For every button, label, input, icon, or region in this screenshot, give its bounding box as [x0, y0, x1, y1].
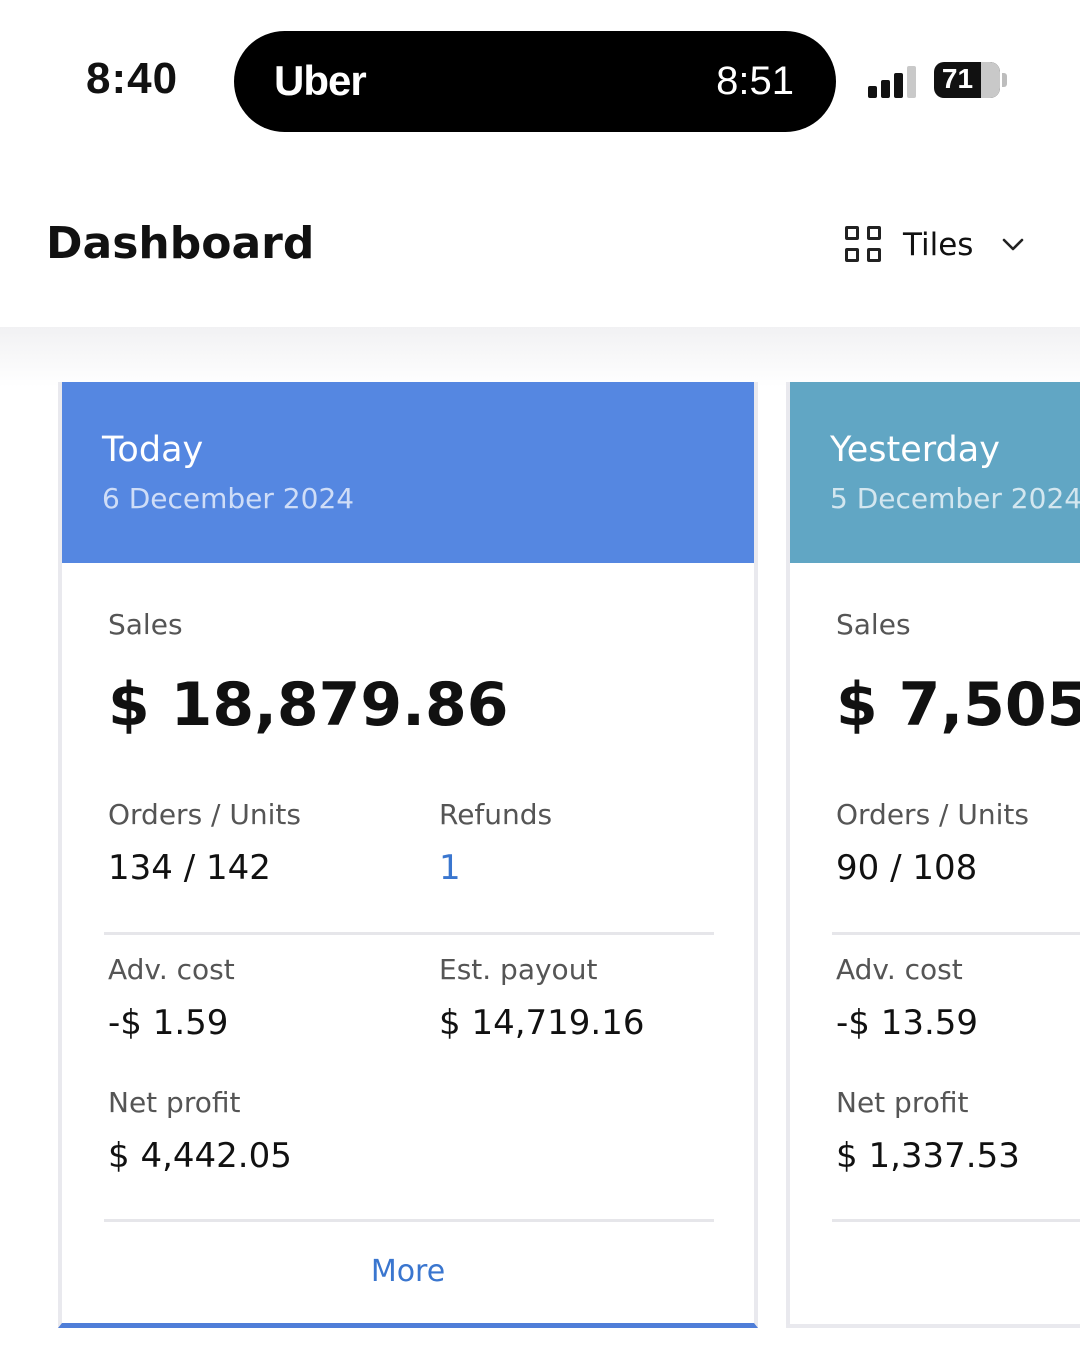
sales-label: Sales: [836, 608, 911, 641]
orders-units-label: Orders / Units: [836, 798, 1029, 831]
view-mode-dropdown[interactable]: Tiles: [845, 222, 1035, 268]
refunds-value-link[interactable]: 1: [439, 848, 461, 888]
live-activity-time: 8:51: [716, 59, 794, 103]
divider: [832, 1219, 1080, 1222]
live-activity-app-name: Uber: [274, 57, 367, 104]
chevron-down-icon: [1003, 238, 1024, 251]
net-profit-label: Net profit: [836, 1086, 969, 1119]
battery-percentage: 71: [941, 63, 974, 94]
est-payout-label: Est. payout: [439, 953, 598, 986]
page-title: Dashboard: [46, 218, 315, 269]
orders-units-label: Orders / Units: [108, 798, 301, 831]
status-bar: 8:40 Uber 8:51 71: [0, 0, 1080, 160]
grid-icon: [845, 226, 883, 264]
sales-value: $ 18,879.86: [108, 670, 509, 740]
adv-cost-label: Adv. cost: [108, 953, 235, 986]
adv-cost-value: -$ 13.59: [836, 1003, 979, 1043]
tile-title: Today: [102, 430, 204, 470]
orders-units-value: 90 / 108: [836, 848, 978, 888]
divider: [104, 932, 714, 935]
tile-yesterday[interactable]: Yesterday 5 December 2024 Sales $ 7,505.…: [786, 382, 1080, 1328]
net-profit-value: $ 1,337.53: [836, 1136, 1020, 1176]
view-mode-label: Tiles: [903, 227, 974, 263]
tile-date: 6 December 2024: [102, 482, 355, 515]
tile-date: 5 December 2024: [830, 482, 1080, 515]
est-payout-value: $ 14,719.16: [439, 1003, 645, 1043]
sales-label: Sales: [108, 608, 183, 641]
more-link[interactable]: More: [62, 1254, 754, 1289]
divider: [104, 1219, 714, 1222]
tile-title: Yesterday: [830, 430, 1000, 470]
refunds-label: Refunds: [439, 798, 553, 831]
adv-cost-value: -$ 1.59: [108, 1003, 229, 1043]
sales-value: $ 7,505.2: [836, 670, 1080, 740]
orders-units-value: 134 / 142: [108, 848, 271, 888]
tile-header: Yesterday 5 December 2024: [790, 382, 1080, 563]
adv-cost-label: Adv. cost: [836, 953, 963, 986]
divider: [832, 932, 1080, 935]
battery-icon: 71: [934, 62, 1000, 98]
cellular-signal-icon: [868, 64, 920, 98]
status-clock: 8:40: [86, 54, 179, 103]
net-profit-value: $ 4,442.05: [108, 1136, 292, 1176]
tile-header: Today 6 December 2024: [62, 382, 754, 563]
net-profit-label: Net profit: [108, 1086, 241, 1119]
dynamic-island-live-activity[interactable]: Uber 8:51: [234, 31, 836, 132]
tile-today[interactable]: Today 6 December 2024 Sales $ 18,879.86 …: [58, 382, 758, 1328]
